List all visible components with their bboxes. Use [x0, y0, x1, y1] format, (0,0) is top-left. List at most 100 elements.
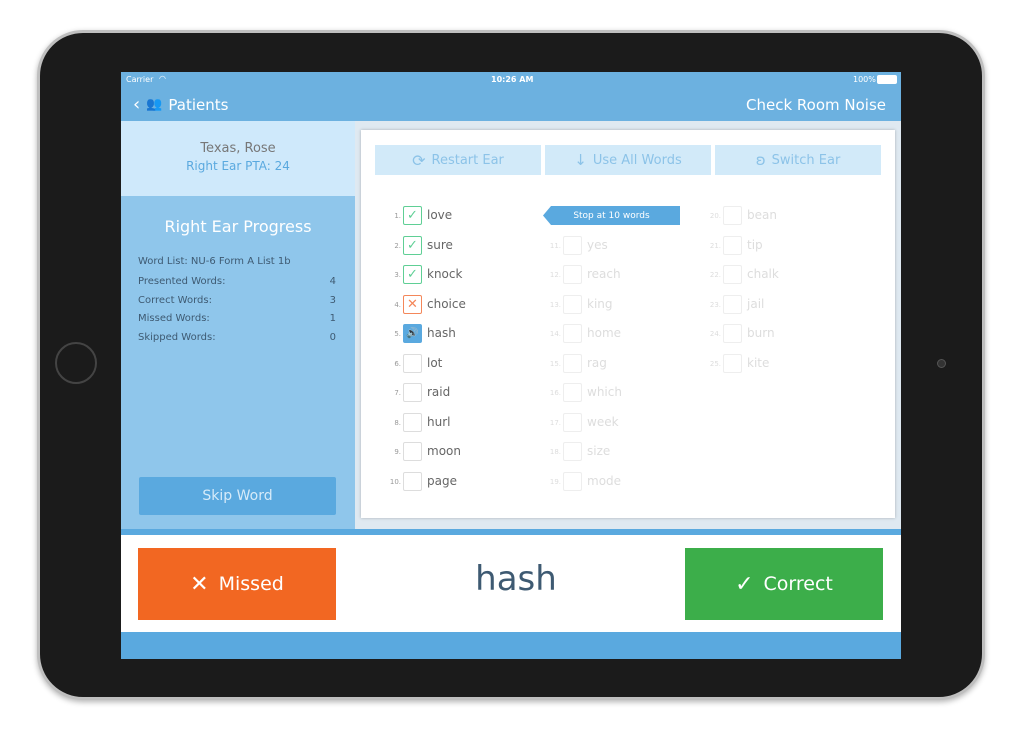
speaker-icon: 🔊 [406, 328, 419, 339]
patient-name: Texas, Rose [200, 141, 276, 156]
word-number: 24. [709, 330, 721, 338]
word-checkbox[interactable] [403, 442, 422, 461]
switch-ear-label: Switch Ear [771, 152, 841, 168]
carrier-label: Carrier [126, 75, 154, 84]
word-label: size [587, 444, 611, 458]
arrow-down-icon: ↓ [574, 151, 587, 169]
word-label: lot [427, 355, 443, 370]
word-checkbox[interactable] [563, 265, 582, 284]
x-icon: ✕ [190, 571, 209, 597]
word-label: tip [747, 237, 763, 252]
word-number: 2. [394, 241, 401, 250]
patient-header: Texas, Rose Right Ear PTA: 24 [121, 121, 355, 196]
word-checkbox[interactable] [563, 235, 582, 255]
word-checkbox[interactable] [723, 235, 742, 255]
clock: 10:26 AM [491, 75, 534, 84]
app-screen: Carrier ◠ 10:26 AM 100% ‹ 👥 Patients Che… [121, 72, 901, 659]
word-label: mode [587, 473, 622, 488]
word-checkbox[interactable] [723, 265, 742, 284]
word-number: 12. [549, 271, 561, 279]
patients-icon: 👥 [146, 97, 163, 112]
word-checkbox[interactable]: ✓ [403, 235, 422, 255]
wifi-icon: ◠ [159, 74, 166, 83]
stat-value: 1 [329, 313, 336, 324]
word-number: 21. [709, 241, 721, 250]
word-checkbox[interactable] [723, 206, 742, 225]
word-number: 25. [709, 359, 721, 368]
word-checkbox[interactable]: ✓ [403, 265, 422, 284]
word-checkbox[interactable] [403, 471, 422, 491]
word-number: 15. [549, 359, 561, 368]
progress-panel: Right Ear Progress Word List: NU-6 Form … [121, 196, 355, 529]
word-number: 17. [549, 418, 561, 427]
word-number: 22. [709, 271, 721, 279]
word-number: 11. [549, 241, 561, 250]
correct-label: Correct [763, 573, 833, 595]
skip-word-button[interactable]: Skip Word [139, 477, 336, 515]
word-label: kite [747, 355, 770, 370]
nav-bar: ‹ 👥 Patients Check Room Noise [121, 88, 901, 121]
word-checkbox[interactable] [403, 412, 422, 432]
word-checkbox[interactable] [403, 353, 422, 373]
word-checkbox[interactable] [723, 294, 742, 314]
word-number: 7. [394, 389, 401, 397]
word-checkbox[interactable] [563, 324, 582, 343]
word-number: 3. [394, 271, 401, 279]
word-label: which [587, 385, 622, 399]
word-label: rag [587, 355, 607, 370]
chevron-left-icon: ‹ [133, 94, 141, 115]
correct-button[interactable]: ✓ Correct [685, 548, 883, 620]
footer-bar [121, 632, 901, 659]
stat-value: 4 [329, 276, 336, 287]
word-number: 9. [394, 448, 401, 456]
use-all-words-button[interactable]: ↓ Use All Words [545, 145, 711, 175]
word-number: 18. [549, 448, 561, 456]
word-number: 10. [389, 477, 401, 486]
home-button[interactable] [55, 342, 97, 384]
word-label: hash [427, 326, 456, 340]
word-label: king [587, 296, 613, 311]
progress-title: Right Ear Progress [164, 217, 312, 236]
word-number: 14. [549, 330, 561, 338]
ear-icon: ʚ [755, 151, 766, 169]
stop-at-10-words-marker[interactable]: Stop at 10 words [543, 206, 680, 225]
word-checkbox[interactable]: ✓ [403, 206, 422, 225]
checkmark-icon: ✓ [407, 267, 418, 282]
word-list-label: Word List: NU-6 Form A List 1b [138, 256, 291, 267]
word-checkbox[interactable] [563, 442, 582, 461]
battery-label: 100% [853, 75, 876, 84]
word-label: reach [587, 267, 621, 281]
missed-button[interactable]: ✕ Missed [138, 548, 336, 620]
checkmark-icon: ✓ [407, 208, 418, 223]
check-room-noise-button[interactable]: Check Room Noise [746, 96, 886, 114]
back-label: Patients [168, 95, 229, 114]
word-checkbox[interactable] [563, 412, 582, 432]
word-checkbox[interactable]: 🔊 [403, 324, 422, 343]
refresh-icon: ⟳ [412, 150, 426, 170]
word-number: 8. [394, 418, 401, 427]
back-button[interactable]: ‹ 👥 Patients [133, 94, 228, 115]
word-checkbox[interactable]: ✕ [403, 294, 422, 314]
word-checkbox[interactable] [563, 353, 582, 373]
word-label: moon [427, 444, 461, 458]
switch-ear-button[interactable]: ʚ Switch Ear [715, 145, 881, 175]
word-number: 19. [549, 477, 561, 486]
word-checkbox[interactable] [723, 324, 742, 343]
word-checkbox[interactable] [563, 294, 582, 314]
word-number: 1. [394, 212, 401, 220]
word-number: 23. [709, 300, 721, 309]
stat-label: Skipped Words: [138, 331, 216, 343]
word-number: 20. [709, 212, 721, 220]
word-checkbox[interactable] [403, 383, 422, 402]
word-checkbox[interactable] [563, 471, 582, 491]
restart-ear-button[interactable]: ⟳ Restart Ear [375, 145, 541, 175]
word-label: jail [747, 296, 765, 311]
stat-label: Correct Words: [138, 294, 212, 306]
word-label: hurl [427, 414, 451, 429]
restart-ear-label: Restart Ear [431, 152, 504, 168]
x-icon: ✕ [407, 296, 418, 312]
stat-label: Presented Words: [138, 276, 226, 287]
word-number: 4. [394, 300, 401, 309]
word-checkbox[interactable] [723, 353, 742, 373]
word-checkbox[interactable] [563, 383, 582, 402]
